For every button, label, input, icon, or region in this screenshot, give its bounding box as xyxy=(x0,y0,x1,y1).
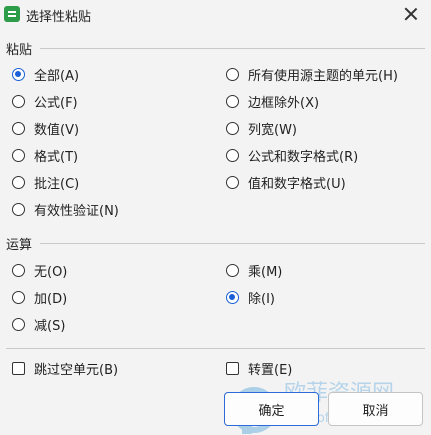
radio-paste-values-number-formats[interactable]: 值和数字格式(U) xyxy=(226,172,346,192)
radio-indicator xyxy=(226,148,239,162)
radio-indicator xyxy=(12,290,25,304)
radio-paste-all[interactable]: 全部(A) xyxy=(12,64,79,84)
checkbox-box xyxy=(226,361,239,375)
radio-operation-divide[interactable]: 除(I) xyxy=(226,287,275,307)
radio-indicator xyxy=(12,317,25,331)
radio-operation-multiply[interactable]: 乘(M) xyxy=(226,260,282,280)
radio-indicator xyxy=(226,263,239,277)
radio-label: 无(O) xyxy=(34,264,68,280)
radio-indicator xyxy=(12,121,25,135)
radio-indicator xyxy=(226,67,239,81)
close-icon[interactable] xyxy=(400,3,422,25)
dialog-title: 选择性粘贴 xyxy=(26,10,92,25)
checkbox-transpose[interactable]: 转置(E) xyxy=(226,358,292,378)
radio-label: 值和数字格式(U) xyxy=(248,176,346,192)
paste-divider xyxy=(40,48,425,49)
radio-label: 公式(F) xyxy=(34,95,78,111)
radio-paste-column-widths[interactable]: 列宽(W) xyxy=(226,118,297,138)
radio-paste-formulas-number-formats[interactable]: 公式和数字格式(R) xyxy=(226,145,358,165)
radio-label: 有效性验证(N) xyxy=(34,203,119,219)
cancel-button[interactable]: 取消 xyxy=(328,392,423,426)
radio-operation-add[interactable]: 加(D) xyxy=(12,287,67,307)
radio-paste-comments[interactable]: 批注(C) xyxy=(12,172,79,192)
options-divider xyxy=(6,348,425,349)
radio-paste-validation[interactable]: 有效性验证(N) xyxy=(12,199,119,219)
checkbox-skip-blanks[interactable]: 跳过空单元(B) xyxy=(12,358,118,378)
radio-label: 边框除外(X) xyxy=(248,95,320,111)
radio-indicator xyxy=(12,94,25,108)
radio-indicator xyxy=(12,148,25,162)
radio-paste-formats[interactable]: 格式(T) xyxy=(12,145,78,165)
radio-paste-values[interactable]: 数值(V) xyxy=(12,118,79,138)
radio-label: 数值(V) xyxy=(34,122,80,138)
radio-label: 所有使用源主题的单元(H) xyxy=(248,68,398,84)
checkbox-box xyxy=(12,361,25,375)
radio-paste-formulas[interactable]: 公式(F) xyxy=(12,91,78,111)
radio-operation-subtract[interactable]: 减(S) xyxy=(12,314,65,334)
radio-label: 公式和数字格式(R) xyxy=(248,149,359,165)
radio-paste-except-borders[interactable]: 边框除外(X) xyxy=(226,91,319,111)
radio-operation-none[interactable]: 无(O) xyxy=(12,260,67,280)
operation-divider xyxy=(40,243,425,244)
radio-label: 除(I) xyxy=(248,291,275,307)
radio-label: 全部(A) xyxy=(34,68,80,84)
checkbox-label: 转置(E) xyxy=(248,362,293,378)
radio-indicator xyxy=(12,175,25,189)
paste-section-label: 粘贴 xyxy=(6,43,33,58)
radio-indicator xyxy=(226,175,239,189)
radio-indicator xyxy=(12,263,25,277)
title-bar: 选择性粘贴 xyxy=(0,0,431,30)
wps-spreadsheet-icon xyxy=(4,6,20,22)
radio-label: 批注(C) xyxy=(34,176,80,192)
radio-indicator xyxy=(12,202,25,216)
radio-label: 列宽(W) xyxy=(248,122,297,138)
radio-label: 格式(T) xyxy=(34,149,79,165)
radio-indicator xyxy=(226,290,239,304)
radio-label: 加(D) xyxy=(34,291,68,307)
radio-indicator xyxy=(226,121,239,135)
ok-button[interactable]: 确定 xyxy=(224,392,319,426)
checkbox-label: 跳过空单元(B) xyxy=(34,362,119,378)
radio-label: 乘(M) xyxy=(248,264,283,280)
radio-label: 减(S) xyxy=(34,318,66,334)
radio-indicator xyxy=(12,67,25,81)
radio-paste-source-theme[interactable]: 所有使用源主题的单元(H) xyxy=(226,64,398,84)
radio-indicator xyxy=(226,94,239,108)
operation-section-label: 运算 xyxy=(6,238,33,253)
